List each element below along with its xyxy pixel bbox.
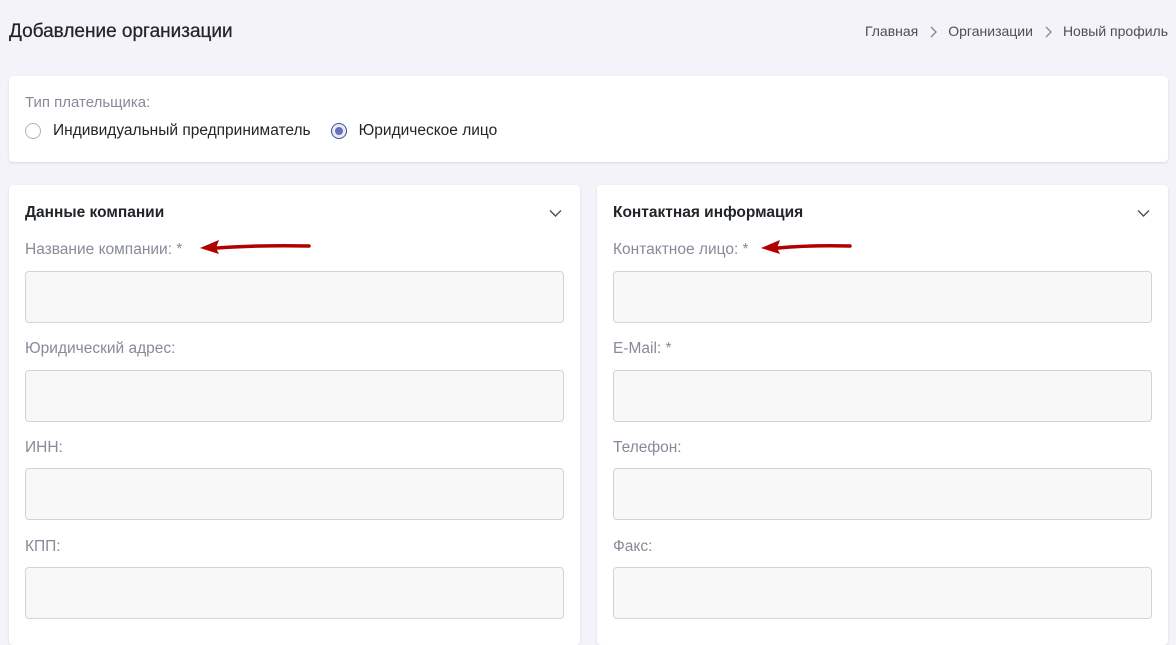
fax-label: Факс: xyxy=(613,538,653,555)
fax-input[interactable] xyxy=(613,567,1152,619)
breadcrumb: Главная Организации Новый профиль xyxy=(865,23,1168,39)
section-title: Данные компании xyxy=(25,204,165,221)
radio-legal-entity[interactable]: Юридическое лицо xyxy=(330,122,498,140)
section-title: Контактная информация xyxy=(613,204,804,221)
legal-address-input[interactable] xyxy=(25,370,564,422)
radio-checked-icon[interactable] xyxy=(330,123,347,139)
company-data-card: Данные компании Название компании: * Юри… xyxy=(9,185,580,645)
email-label: E-Mail: * xyxy=(613,340,672,357)
radio-unchecked-icon[interactable] xyxy=(25,123,41,139)
contact-info-card: Контактная информация Контактное лицо: *… xyxy=(597,185,1168,645)
email-input[interactable] xyxy=(613,370,1152,422)
legal-address-label: Юридический адрес: xyxy=(25,340,176,357)
inn-input[interactable] xyxy=(25,468,564,520)
breadcrumb-organizations-link[interactable]: Организации xyxy=(948,23,1033,39)
page-title: Добавление организации xyxy=(9,21,233,42)
radio-individual-entrepreneur[interactable]: Индивидуальный предприниматель xyxy=(25,122,311,140)
inn-label: ИНН: xyxy=(25,439,63,456)
kpp-label: КПП: xyxy=(25,538,61,555)
radio-label: Юридическое лицо xyxy=(358,122,498,139)
payer-type-card: Тип плательщика: Индивидуальный предприн… xyxy=(9,76,1168,162)
chevron-right-icon xyxy=(1033,23,1063,39)
red-arrow-icon xyxy=(200,240,311,254)
company-name-input[interactable] xyxy=(25,271,564,323)
contact-person-label: Контактное лицо: * xyxy=(613,241,749,258)
kpp-input[interactable] xyxy=(25,567,564,619)
payer-type-label: Тип плательщика: xyxy=(25,94,151,111)
payer-type-radio-group: Индивидуальный предприниматель Юридическ… xyxy=(25,122,517,140)
chevron-right-icon xyxy=(918,23,948,39)
contact-person-input[interactable] xyxy=(613,271,1152,323)
chevron-down-icon[interactable] xyxy=(1137,205,1150,223)
phone-input[interactable] xyxy=(613,468,1152,520)
phone-label: Телефон: xyxy=(613,439,682,456)
radio-label: Индивидуальный предприниматель xyxy=(53,122,311,139)
breadcrumb-current: Новый профиль xyxy=(1062,23,1168,39)
chevron-down-icon[interactable] xyxy=(549,205,562,223)
breadcrumb-home-link[interactable]: Главная xyxy=(865,23,918,39)
company-name-label: Название компании: * xyxy=(25,241,183,258)
red-arrow-icon xyxy=(761,240,852,254)
